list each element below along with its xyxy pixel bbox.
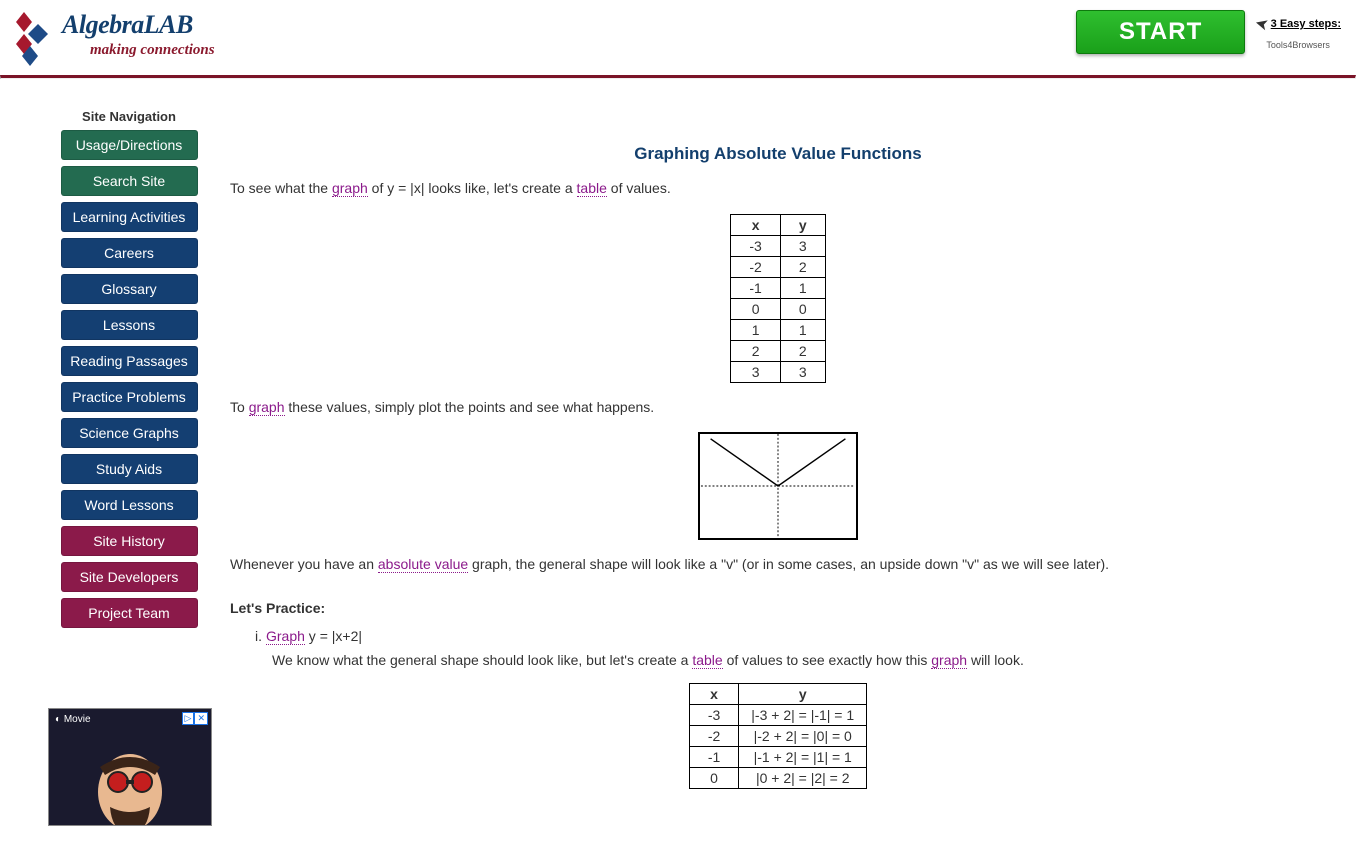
easy-steps-sub: Tools4Browsers: [1255, 40, 1341, 50]
term-absolute-value[interactable]: absolute value: [378, 556, 468, 573]
plot-text: To graph these values, simply plot the p…: [230, 398, 1326, 418]
table-row: -1|-1 + 2| = |1| = 1: [689, 746, 866, 767]
nav-title: Site Navigation: [48, 109, 210, 124]
table-row: -3|-3 + 2| = |-1| = 1: [689, 704, 866, 725]
ad-play-icon[interactable]: ▷: [182, 712, 195, 725]
header: AlgebraLAB making connections START ➤3 E…: [0, 0, 1356, 75]
table-row: 00: [731, 298, 825, 319]
table-row: 33: [731, 361, 825, 382]
header-right: START ➤3 Easy steps: Tools4Browsers: [1076, 10, 1341, 54]
term-table[interactable]: table: [692, 652, 722, 669]
logo-area[interactable]: AlgebraLAB making connections: [8, 10, 215, 70]
nav-item-learning-activities[interactable]: Learning Activities: [61, 202, 198, 232]
value-table-1: xy -33-22-1100112233: [730, 214, 825, 383]
nav-item-lessons[interactable]: Lessons: [61, 310, 198, 340]
nav-item-reading-passages[interactable]: Reading Passages: [61, 346, 198, 376]
term-graph[interactable]: graph: [249, 399, 285, 416]
start-button[interactable]: START: [1076, 10, 1245, 54]
nav-item-search-site[interactable]: Search Site: [61, 166, 198, 196]
ad-label: ◐ Movie: [55, 714, 91, 725]
table-row: 11: [731, 319, 825, 340]
ad-box[interactable]: ◐ Movie ▷✕: [48, 708, 212, 826]
main: Site Navigation Usage/Directions Search S…: [0, 79, 1356, 826]
table-row: -11: [731, 277, 825, 298]
nav-item-word-lessons[interactable]: Word Lessons: [61, 490, 198, 520]
practice-item-i: i.Graph y = |x+2|: [255, 628, 1326, 644]
nav-item-usage-directions[interactable]: Usage/Directions: [61, 130, 198, 160]
nav-item-glossary[interactable]: Glossary: [61, 274, 198, 304]
intro-text: To see what the graph of y = |x| looks l…: [230, 179, 1326, 199]
table-row: -2|-2 + 2| = |0| = 0: [689, 725, 866, 746]
nav-item-study-aids[interactable]: Study Aids: [61, 454, 198, 484]
nav-item-science-graphs[interactable]: Science Graphs: [61, 418, 198, 448]
table-header: x: [731, 214, 780, 235]
term-graph[interactable]: graph: [332, 180, 368, 197]
nav-item-site-developers[interactable]: Site Developers: [61, 562, 198, 592]
table-row: 22: [731, 340, 825, 361]
graph-image: [698, 432, 858, 540]
nav-item-practice-problems[interactable]: Practice Problems: [61, 382, 198, 412]
logo-text: AlgebraLAB making connections: [62, 10, 215, 59]
term-graph[interactable]: graph: [931, 652, 967, 669]
content: Graphing Absolute Value Functions To see…: [210, 109, 1356, 826]
table-header: x: [689, 683, 738, 704]
term-table[interactable]: table: [577, 180, 607, 197]
logo-icon: [8, 10, 56, 70]
ad-tag: ▷✕: [182, 712, 208, 725]
table-header: y: [780, 214, 825, 235]
whenever-text: Whenever you have an absolute value grap…: [230, 555, 1326, 575]
easy-steps[interactable]: ➤3 Easy steps: Tools4Browsers: [1255, 14, 1341, 50]
practice-i-desc: We know what the general shape should lo…: [272, 652, 1326, 668]
table-row: -33: [731, 235, 825, 256]
ad-image: [80, 737, 180, 826]
nav-item-project-team[interactable]: Project Team: [61, 598, 198, 628]
table-header: y: [739, 683, 867, 704]
logo-subtitle: making connections: [90, 42, 215, 59]
nav-item-careers[interactable]: Careers: [61, 238, 198, 268]
term-graph[interactable]: Graph: [266, 628, 305, 645]
nav-item-site-history[interactable]: Site History: [61, 526, 198, 556]
table-row: -22: [731, 256, 825, 277]
ad-close-icon[interactable]: ✕: [194, 712, 208, 725]
easy-steps-link[interactable]: 3 Easy steps:: [1271, 18, 1341, 30]
page-title: Graphing Absolute Value Functions: [230, 144, 1326, 164]
sidebar: Site Navigation Usage/Directions Search S…: [0, 109, 210, 826]
practice-header: Let's Practice:: [230, 600, 1326, 616]
table-row: 0|0 + 2| = |2| = 2: [689, 767, 866, 788]
value-table-2: xy -3|-3 + 2| = |-1| = 1-2|-2 + 2| = |0|…: [689, 683, 867, 789]
logo-title: AlgebraLAB: [62, 10, 215, 40]
arrow-icon: ➤: [1253, 13, 1271, 36]
